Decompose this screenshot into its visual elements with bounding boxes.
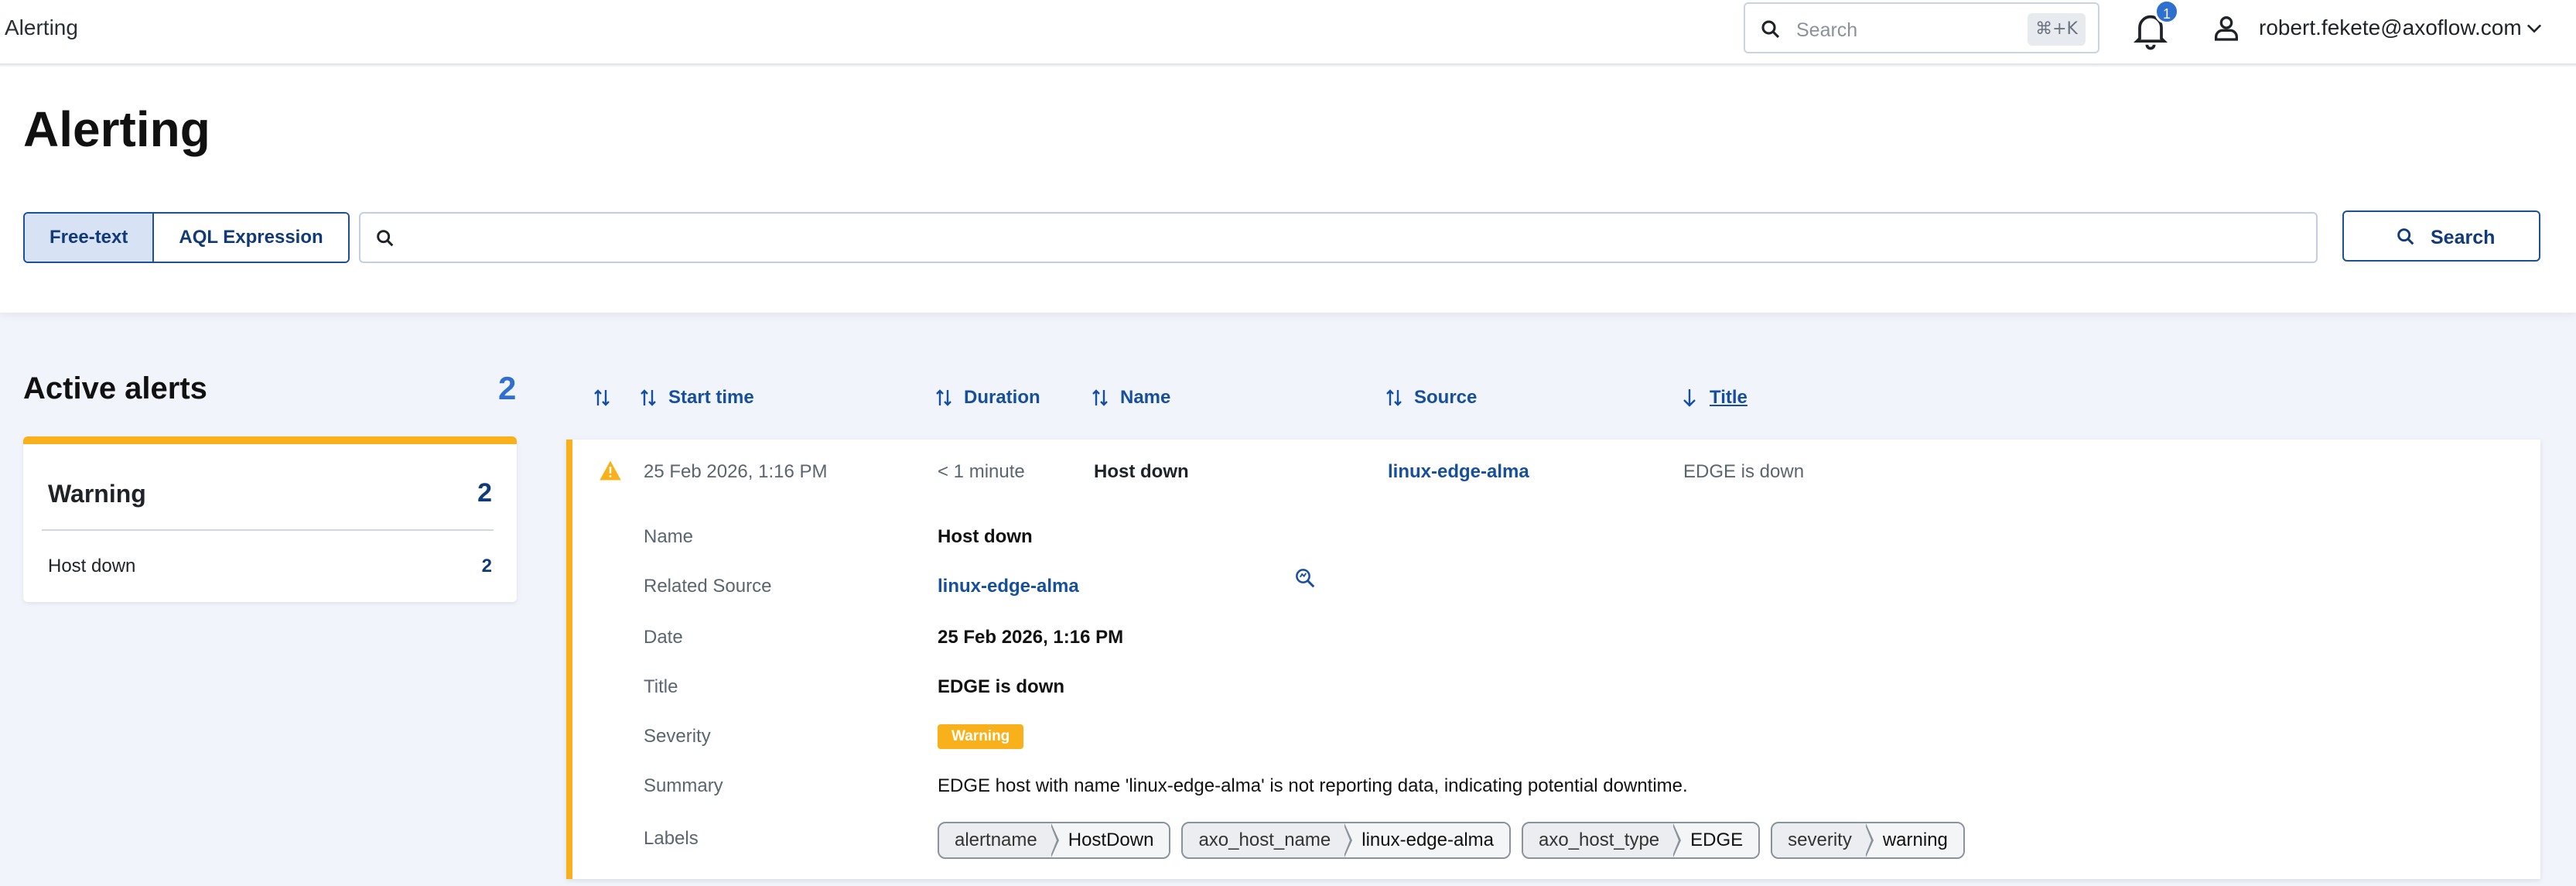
query-mode-toggle: Free-text AQL Expression	[23, 212, 350, 263]
severity-badge: Warning	[938, 724, 1024, 749]
label-chip[interactable]: alertname HostDown	[938, 822, 1171, 859]
column-header-name[interactable]: Name	[1091, 387, 1170, 409]
global-search-input[interactable]: Search ⌘+K	[1744, 2, 2099, 53]
page-header: Alerting Free-text AQL Expression Search	[0, 67, 2576, 313]
global-search-placeholder: Search	[1796, 19, 1858, 41]
label-key: axo_host_type	[1523, 823, 1682, 857]
user-icon[interactable]	[2211, 12, 2242, 43]
divider	[42, 529, 494, 531]
label-value: warning	[1865, 823, 1963, 857]
row-name: Host down	[1094, 461, 1189, 482]
mode-free-text-button[interactable]: Free-text	[25, 214, 155, 262]
column-label: Start time	[668, 387, 754, 408]
column-header-title[interactable]: Title	[1680, 387, 1748, 409]
sort-icon	[1386, 389, 1402, 406]
top-bar: Alerting Search ⌘+K 1 robert.fekete@axof…	[0, 0, 2576, 65]
search-button[interactable]: Search	[2342, 210, 2540, 262]
arrow-down-icon	[1683, 389, 1696, 407]
app-title: Alerting	[5, 15, 78, 39]
chevron-down-icon[interactable]	[2523, 17, 2545, 39]
label-chip[interactable]: axo_host_name linux-edge-alma	[1181, 822, 1512, 859]
detail-name-value: Host down	[938, 526, 1033, 547]
sort-severity-button[interactable]	[593, 387, 611, 409]
warning-group-title: Warning	[48, 480, 146, 508]
row-source-link[interactable]: linux-edge-alma	[1388, 461, 1529, 483]
group-item-host-down[interactable]: Host down	[48, 556, 135, 577]
user-menu-name[interactable]: robert.fekete@axoflow.com	[2259, 15, 2522, 40]
group-item-host-down-count: 2	[481, 556, 492, 576]
detail-name-label: Name	[644, 526, 694, 547]
sort-icon	[936, 389, 951, 406]
column-label: Duration	[964, 387, 1040, 408]
active-alerts-count: 2	[498, 370, 517, 406]
detail-related-source-label: Related Source	[644, 576, 772, 597]
detail-severity-label: Severity	[644, 726, 711, 747]
search-icon	[1761, 20, 1780, 39]
detail-title-label: Title	[644, 676, 678, 697]
column-label: Title	[1710, 387, 1748, 408]
column-header-source[interactable]: Source	[1385, 387, 1477, 409]
label-chip[interactable]: axo_host_type EDGE	[1522, 822, 1761, 859]
row-start-time: 25 Feb 2026, 1:16 PM	[644, 461, 828, 482]
detail-date-value: 25 Feb 2026, 1:16 PM	[938, 627, 1124, 648]
detail-summary-value: EDGE host with name 'linux-edge-alma' is…	[938, 775, 1688, 796]
detail-labels-label: Labels	[644, 828, 699, 849]
sort-icon	[1092, 389, 1108, 406]
warning-group-count: 2	[477, 478, 492, 508]
sort-icon	[641, 389, 656, 406]
sort-icon	[594, 389, 610, 406]
column-label: Name	[1120, 387, 1171, 408]
warning-triangle-icon	[600, 460, 621, 481]
mode-aql-expression-button[interactable]: AQL Expression	[154, 214, 348, 262]
active-alerts-title: Active alerts	[23, 371, 207, 405]
search-icon	[2397, 228, 2414, 245]
label-key: alertname	[939, 823, 1059, 857]
label-value: HostDown	[1051, 823, 1170, 857]
detail-related-source-link[interactable]: linux-edge-alma	[938, 576, 1079, 597]
label-key: axo_host_name	[1183, 823, 1353, 857]
page-title: Alerting	[23, 101, 210, 157]
label-chip-list: alertname HostDown axo_host_name linux-e…	[938, 822, 1965, 859]
search-icon	[377, 230, 394, 247]
label-key: severity	[1772, 823, 1874, 857]
search-button-label: Search	[2431, 227, 2496, 248]
label-chip[interactable]: severity warning	[1771, 822, 1965, 859]
column-header-start-time[interactable]: Start time	[639, 387, 754, 409]
keyboard-shortcut: ⌘+K	[2028, 13, 2086, 46]
inspect-source-icon[interactable]	[1293, 566, 1317, 590]
row-duration: < 1 minute	[938, 461, 1025, 482]
column-label: Source	[1414, 387, 1478, 408]
detail-title-value: EDGE is down	[938, 676, 1065, 697]
label-value: EDGE	[1673, 823, 1759, 857]
notifications-count-badge: 1	[2154, 0, 2179, 24]
alert-query-input[interactable]	[359, 212, 2318, 263]
detail-date-label: Date	[644, 627, 683, 648]
row-title: EDGE is down	[1683, 461, 1805, 482]
warning-group-card[interactable]: Warning 2 Host down 2	[23, 436, 517, 602]
column-header-duration[interactable]: Duration	[934, 387, 1040, 409]
alert-row-expanded[interactable]: 25 Feb 2026, 1:16 PM < 1 minute Host dow…	[566, 440, 2540, 879]
detail-summary-label: Summary	[644, 775, 723, 796]
label-value: linux-edge-alma	[1344, 823, 1510, 857]
